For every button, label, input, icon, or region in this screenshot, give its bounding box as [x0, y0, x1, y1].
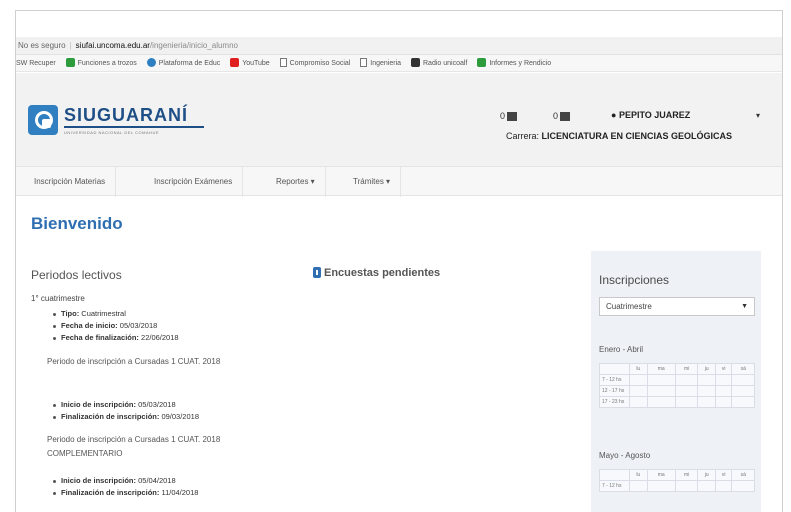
user-menu[interactable]: ● PEPITO JUAREZ [611, 110, 690, 120]
semester-label: 1° cuatrimestre [31, 294, 85, 303]
bookmark-funciones[interactable]: Funciones a trozos [65, 55, 137, 71]
messages-button[interactable]: 0 [500, 111, 518, 122]
day-header: mi [674, 363, 699, 375]
nav-reportes[interactable]: Reportes ▾ [266, 167, 326, 197]
inscription-period-2: Periodo de inscripción a Cursadas 1 CUAT… [47, 435, 221, 458]
day-header: vi [714, 363, 733, 375]
sheet-icon [477, 57, 487, 67]
address-bar[interactable]: No es seguro | siufai.uncoma.edu.ar/ingeni… [16, 37, 782, 55]
brand-underline [64, 126, 204, 128]
classroom-icon [65, 57, 75, 67]
inscription-period-2-dates: Inicio de inscripción: 05/04/2018 Finali… [53, 475, 198, 499]
career-info: Carrera: LICENCIATURA EN CIENCIAS GEOLÓG… [506, 131, 732, 141]
list-item: Inicio de inscripción: 05/04/2018 [53, 475, 198, 487]
chevron-down-icon: ▼ [741, 303, 748, 310]
chevron-down-icon[interactable]: ▾ [756, 111, 760, 120]
youtube-icon [230, 57, 240, 67]
speaker-icon [411, 57, 420, 67]
select-value: Cuatrimestre [606, 302, 652, 311]
day-header: ju [697, 469, 716, 481]
messages-count: 0 [500, 111, 506, 121]
surveys-heading[interactable]: Encuestas pendientes [313, 266, 441, 279]
bookmark-informes[interactable]: Informes y Rendicio [477, 55, 551, 71]
inscription-period-1-dates: Inicio de inscripción: 05/03/2018 Finali… [53, 399, 199, 423]
period-label-b: Mayo - Agosto [599, 451, 651, 460]
schedule-grid-a: lu ma mi ju vi sá 7 - 12 hs 12 - 17 hs 1… [599, 363, 755, 408]
day-header: lu [629, 469, 648, 481]
list-item: Inicio de inscripción: 05/03/2018 [53, 399, 199, 411]
notifications-button[interactable]: 0 [553, 111, 571, 122]
document-icon [279, 57, 287, 67]
bell-icon [560, 112, 571, 122]
document-icon [360, 57, 368, 67]
bookmark-sw[interactable]: SW Recuper [16, 55, 56, 71]
survey-icon [313, 266, 321, 278]
bookmark-plataforma[interactable]: Plataforma de Educ [146, 55, 220, 71]
day-header: vi [714, 469, 733, 481]
bookmark-ingenieria[interactable]: Ingenieria [360, 55, 401, 71]
time-slot-label: 17 - 23 hs [599, 396, 630, 408]
time-slot-label: 7 - 12 hs [599, 480, 630, 492]
period-type-select[interactable]: Cuatrimestre ▼ [599, 297, 755, 316]
career-value: LICENCIATURA EN CIENCIAS GEOLÓGICAS [541, 131, 733, 141]
nav-tramites[interactable]: Trámites ▾ [343, 167, 402, 197]
day-header: mi [674, 469, 699, 481]
user-name: PEPITO JUAREZ [618, 110, 691, 120]
periods-title: Periodos lectivos [31, 268, 122, 282]
bookmark-radio[interactable]: Radio unicoalf [411, 55, 467, 71]
brand-name: SIUGUARANÍ [64, 105, 189, 125]
schedule-grid-b: lu ma mi ju vi sá 7 - 12 hs [599, 469, 755, 492]
envelope-icon [507, 112, 518, 122]
logo-icon [28, 105, 58, 135]
day-header: lu [629, 363, 648, 375]
day-header: ju [697, 363, 716, 375]
security-label[interactable]: No es seguro [18, 41, 66, 50]
page-title: Bienvenido [31, 214, 123, 233]
nav-inscripcion-examenes[interactable]: Inscripción Exámenes [144, 167, 244, 197]
notifications-count: 0 [553, 111, 559, 121]
siu-guarani-logo[interactable]: SIUGUARANÍ UNIVERSIDAD NACIONAL DEL COMA… [28, 103, 238, 139]
globe-icon [146, 57, 156, 67]
day-header: ma [646, 363, 676, 375]
period-label-a: Enero - Abril [599, 345, 644, 354]
list-item: Tipo: Cuatrimestral [53, 308, 179, 320]
browser-window: No es seguro | siufai.uncoma.edu.ar/ingeni… [15, 10, 783, 512]
career-label: Carrera: [506, 131, 540, 141]
time-slot-label: 12 - 17 hs [599, 385, 630, 397]
inscripciones-panel: Inscripciones Cuatrimestre ▼ Enero - Abri… [591, 251, 761, 512]
day-header: sá [731, 363, 755, 375]
brand-subtitle: UNIVERSIDAD NACIONAL DEL COMAHUE [64, 130, 160, 135]
surveys-title: Encuestas pendientes [324, 267, 441, 279]
url-path[interactable]: /ingenieria/inicio_alumno [150, 41, 238, 50]
panel-title: Inscripciones [599, 273, 670, 287]
nav-inscripcion-materias[interactable]: Inscripción Materias [24, 167, 117, 197]
bookmark-compromiso[interactable]: Compromiso Social [279, 55, 350, 71]
period-info-list: Tipo: Cuatrimestral Fecha de inicio: 05/… [53, 308, 179, 344]
page-header: SIUGUARANÍ UNIVERSIDAD NACIONAL DEL COMA… [16, 73, 782, 166]
time-slot-label: 7 - 12 hs [599, 374, 630, 386]
url-host[interactable]: siufai.uncoma.edu.ar [76, 41, 150, 50]
bookmark-youtube[interactable]: YouTube [230, 55, 270, 71]
inscription-period-1: Periodo de inscripción a Cursadas 1 CUAT… [47, 357, 221, 366]
day-header: ma [646, 469, 676, 481]
bookmarks-bar: SW Recuper Funciones a trozos Plataforma… [16, 55, 782, 72]
day-header: sá [731, 469, 755, 481]
user-icon: ● [611, 110, 617, 120]
main-nav: Inscripción Materias Inscripción Exámene… [16, 166, 782, 197]
list-item: Fecha de inicio: 05/03/2018 [53, 320, 179, 332]
list-item: Finalización de inscripción: 09/03/2018 [53, 411, 199, 423]
list-item: Finalización de inscripción: 11/04/2018 [53, 487, 198, 499]
list-item: Fecha de finalización: 22/06/2018 [53, 332, 179, 344]
